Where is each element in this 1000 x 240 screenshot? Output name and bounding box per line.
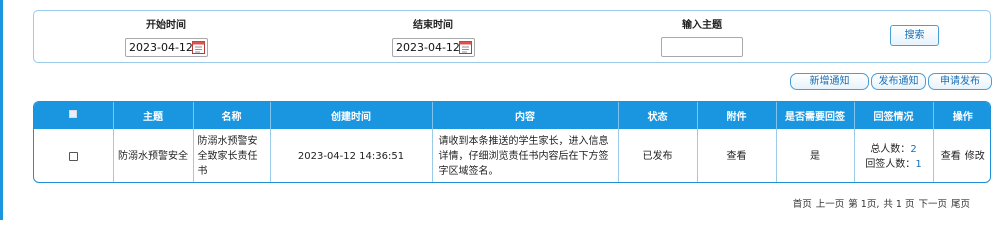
row-topic: 防溺水预警安全 [113, 129, 194, 182]
row-sign-status: 总人数：2 回签人数：1 [854, 129, 934, 182]
left-border-rule [0, 0, 3, 220]
row-checkbox[interactable] [68, 151, 78, 161]
end-time-label: 结束时间 [413, 20, 453, 31]
topic-label: 输入主题 [682, 20, 722, 31]
table-header-row: 主题 名称 创建时间 内容 状态 附件 是否需要回签 回签情况 操作 [34, 102, 990, 129]
col-header-operations: 操作 [952, 112, 973, 123]
row-name: 防溺水预警安全致家长责任书 [193, 129, 271, 182]
col-header-status: 状态 [618, 102, 698, 129]
view-attachment-link[interactable]: 查看 [727, 151, 747, 162]
end-date-field[interactable]: 2023-04-12 [392, 38, 475, 57]
col-header-content: 内容 [432, 102, 619, 129]
topic-input[interactable] [661, 37, 743, 57]
col-header-created: 创建时间 [270, 102, 433, 129]
col-header-topic: 主题 [113, 102, 194, 129]
prev-page-link[interactable]: 上一页 [816, 199, 845, 210]
pagination: 首页 上一页第 1页, 共 1 页下一页 尾页 [793, 196, 974, 210]
signed-count-label: 回签人数： [865, 158, 916, 170]
col-header-attachment: 附件 [697, 102, 777, 129]
new-notice-button[interactable]: 新增通知 [790, 73, 869, 90]
signed-count-value[interactable]: 1 [915, 159, 921, 170]
select-all-header[interactable] [34, 102, 114, 129]
publish-notice-button[interactable]: 发布通知 [871, 73, 926, 90]
row-content: 请收到本条推送的学生家长，进入信息详情，仔细浏览责任书内容后在下方签字区域签名。 [432, 129, 619, 182]
calendar-icon[interactable] [192, 40, 205, 54]
start-time-label: 开始时间 [146, 20, 186, 31]
col-header-sign-status: 回签情况 [854, 102, 934, 129]
calendar-icon[interactable] [459, 40, 472, 54]
total-count-line: 总人数：2 [859, 142, 929, 157]
total-pages-text: 共 1 页 [883, 199, 915, 210]
view-link[interactable]: 查看 [941, 151, 961, 162]
start-date-field[interactable]: 2023-04-12 [125, 38, 208, 57]
start-date-value: 2023-04-12 [129, 41, 193, 54]
col-header-need-sign: 是否需要回签 [776, 102, 855, 129]
table-row: 防溺水预警安全 防溺水预警安全致家长责任书 2023-04-12 14:36:5… [34, 129, 990, 182]
first-page-link[interactable]: 首页 [793, 199, 812, 210]
row-operations: 查看 修改 [933, 129, 990, 182]
search-panel: 开始时间 2023-04-12 结束时间 2023-04-12 输入主题 搜索 [33, 10, 991, 63]
next-page-link[interactable]: 下一页 [918, 199, 947, 210]
col-header-name: 名称 [193, 102, 271, 129]
row-need-sign: 是 [776, 129, 855, 182]
end-date-value: 2023-04-12 [396, 41, 460, 54]
last-page-link[interactable]: 尾页 [951, 199, 970, 210]
signed-count-line: 回签人数：1 [859, 157, 929, 172]
notice-table: 主题 名称 创建时间 内容 状态 附件 是否需要回签 回签情况 操作 防溺水预警… [33, 101, 991, 183]
row-select-cell [34, 129, 114, 182]
row-attachment-cell: 查看 [697, 129, 777, 182]
row-status: 已发布 [618, 129, 698, 182]
current-page-text: 第 1页, [848, 199, 880, 210]
edit-link[interactable]: 修改 [965, 151, 985, 162]
total-count-value[interactable]: 2 [910, 144, 916, 155]
total-count-label: 总人数： [870, 143, 911, 155]
apply-publish-button[interactable]: 申请发布 [928, 73, 992, 90]
select-all-checkbox[interactable] [69, 110, 78, 118]
row-created: 2023-04-12 14:36:51 [270, 129, 433, 182]
search-button[interactable]: 搜索 [890, 25, 939, 46]
